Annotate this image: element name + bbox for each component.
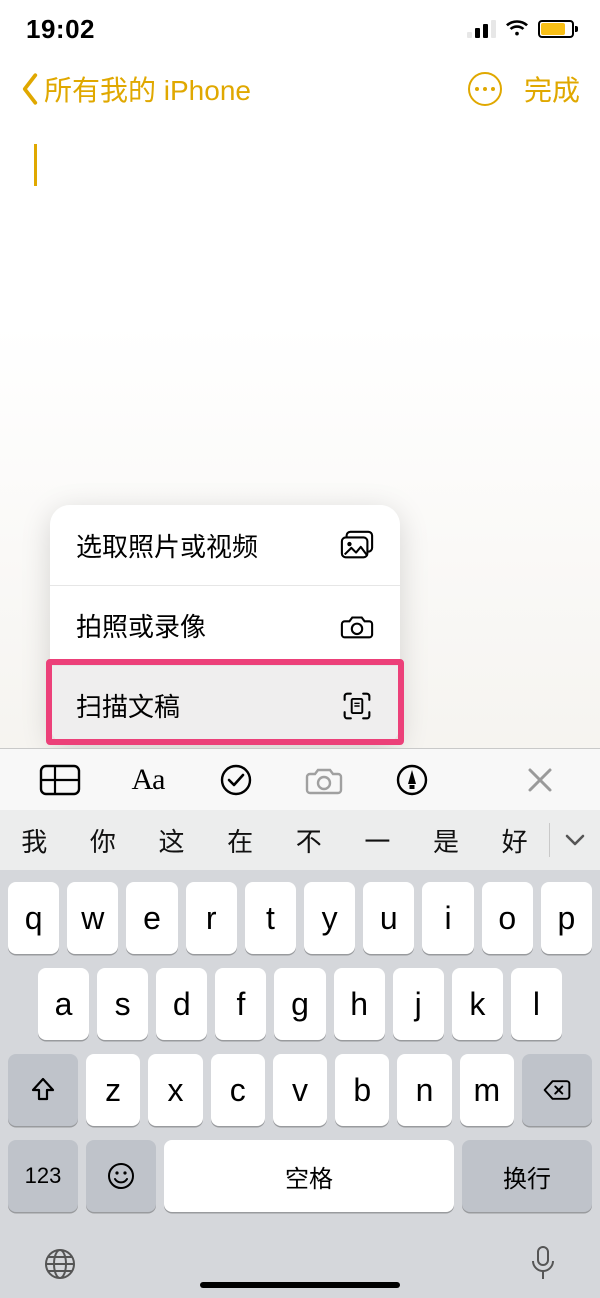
table-icon	[39, 764, 81, 796]
camera-button[interactable]	[294, 764, 354, 796]
mic-icon	[528, 1244, 558, 1284]
cellular-icon	[467, 20, 496, 38]
camera-icon	[340, 611, 374, 641]
key-c[interactable]: c	[211, 1054, 265, 1126]
suggestion[interactable]: 这	[137, 822, 206, 859]
globe-icon	[42, 1246, 78, 1282]
suggestion[interactable]: 好	[480, 822, 549, 859]
shift-icon	[28, 1075, 58, 1105]
key-j[interactable]: j	[393, 968, 444, 1040]
key-u[interactable]: u	[363, 882, 414, 954]
camera-icon	[304, 764, 344, 796]
aa-icon: Aa	[132, 763, 165, 797]
key-n[interactable]: n	[397, 1054, 451, 1126]
back-label: 所有我的 iPhone	[44, 69, 251, 109]
suggestion[interactable]: 我	[0, 822, 69, 859]
keyboard: q w e r t y u i o p a s d f g h j k l z	[0, 870, 600, 1298]
key-g[interactable]: g	[274, 968, 325, 1040]
scan-icon	[340, 691, 374, 721]
suggestion[interactable]: 是	[412, 822, 481, 859]
checkmark-circle-icon	[219, 763, 253, 797]
menu-label: 扫描文稿	[76, 687, 180, 724]
key-e[interactable]: e	[126, 882, 177, 954]
chevron-down-icon	[564, 833, 586, 847]
numeric-key[interactable]: 123	[8, 1140, 78, 1212]
menu-take-photo[interactable]: 拍照或录像	[50, 585, 400, 665]
key-m[interactable]: m	[460, 1054, 514, 1126]
note-editor[interactable]	[0, 120, 600, 210]
home-indicator[interactable]	[200, 1282, 400, 1288]
key-b[interactable]: b	[335, 1054, 389, 1126]
back-button[interactable]: 所有我的 iPhone	[20, 69, 251, 109]
shift-key[interactable]	[8, 1054, 78, 1126]
suggestion[interactable]: 你	[69, 822, 138, 859]
key-z[interactable]: z	[86, 1054, 140, 1126]
attach-menu: 选取照片或视频 拍照或录像 扫描文稿	[50, 505, 400, 745]
nav-bar: 所有我的 iPhone 完成	[0, 58, 600, 120]
emoji-icon	[106, 1161, 136, 1191]
key-i[interactable]: i	[422, 882, 473, 954]
expand-suggestions[interactable]	[550, 833, 600, 847]
keyboard-footer	[8, 1226, 592, 1290]
key-l[interactable]: l	[511, 968, 562, 1040]
close-toolbar-button[interactable]	[510, 766, 570, 794]
battery-icon	[538, 20, 574, 38]
chevron-left-icon	[20, 72, 40, 106]
key-o[interactable]: o	[482, 882, 533, 954]
key-q[interactable]: q	[8, 882, 59, 954]
backspace-key[interactable]	[522, 1054, 592, 1126]
key-v[interactable]: v	[273, 1054, 327, 1126]
text-cursor	[34, 144, 37, 186]
wifi-icon	[506, 18, 528, 40]
globe-key[interactable]	[42, 1246, 78, 1282]
key-y[interactable]: y	[304, 882, 355, 954]
key-f[interactable]: f	[215, 968, 266, 1040]
photo-library-icon	[340, 530, 374, 560]
close-icon	[526, 766, 554, 794]
key-r[interactable]: r	[186, 882, 237, 954]
return-key[interactable]: 换行	[462, 1140, 592, 1212]
key-t[interactable]: t	[245, 882, 296, 954]
key-p[interactable]: p	[541, 882, 592, 954]
menu-choose-photo[interactable]: 选取照片或视频	[50, 505, 400, 585]
suggestion[interactable]: 在	[206, 822, 275, 859]
menu-label: 拍照或录像	[76, 607, 206, 644]
status-right	[467, 18, 574, 40]
more-button[interactable]	[468, 72, 502, 106]
pen-circle-icon	[395, 763, 429, 797]
key-x[interactable]: x	[148, 1054, 202, 1126]
menu-label: 选取照片或视频	[76, 527, 258, 564]
status-bar: 19:02	[0, 0, 600, 58]
markup-button[interactable]	[382, 763, 442, 797]
key-d[interactable]: d	[156, 968, 207, 1040]
checklist-button[interactable]	[206, 763, 266, 797]
suggestion[interactable]: 不	[275, 822, 344, 859]
done-button[interactable]: 完成	[524, 69, 580, 109]
format-toolbar: Aa	[0, 748, 600, 810]
suggestion[interactable]: 一	[343, 822, 412, 859]
key-s[interactable]: s	[97, 968, 148, 1040]
status-time: 19:02	[26, 14, 95, 45]
menu-scan-document[interactable]: 扫描文稿	[50, 665, 400, 745]
key-a[interactable]: a	[38, 968, 89, 1040]
emoji-key[interactable]	[86, 1140, 156, 1212]
table-button[interactable]	[30, 764, 90, 796]
key-w[interactable]: w	[67, 882, 118, 954]
text-style-button[interactable]: Aa	[118, 763, 178, 797]
key-k[interactable]: k	[452, 968, 503, 1040]
dictation-key[interactable]	[528, 1244, 558, 1284]
backspace-icon	[542, 1075, 572, 1105]
space-key[interactable]: 空格	[164, 1140, 454, 1212]
key-h[interactable]: h	[334, 968, 385, 1040]
suggestion-bar: 我 你 这 在 不 一 是 好	[0, 810, 600, 870]
